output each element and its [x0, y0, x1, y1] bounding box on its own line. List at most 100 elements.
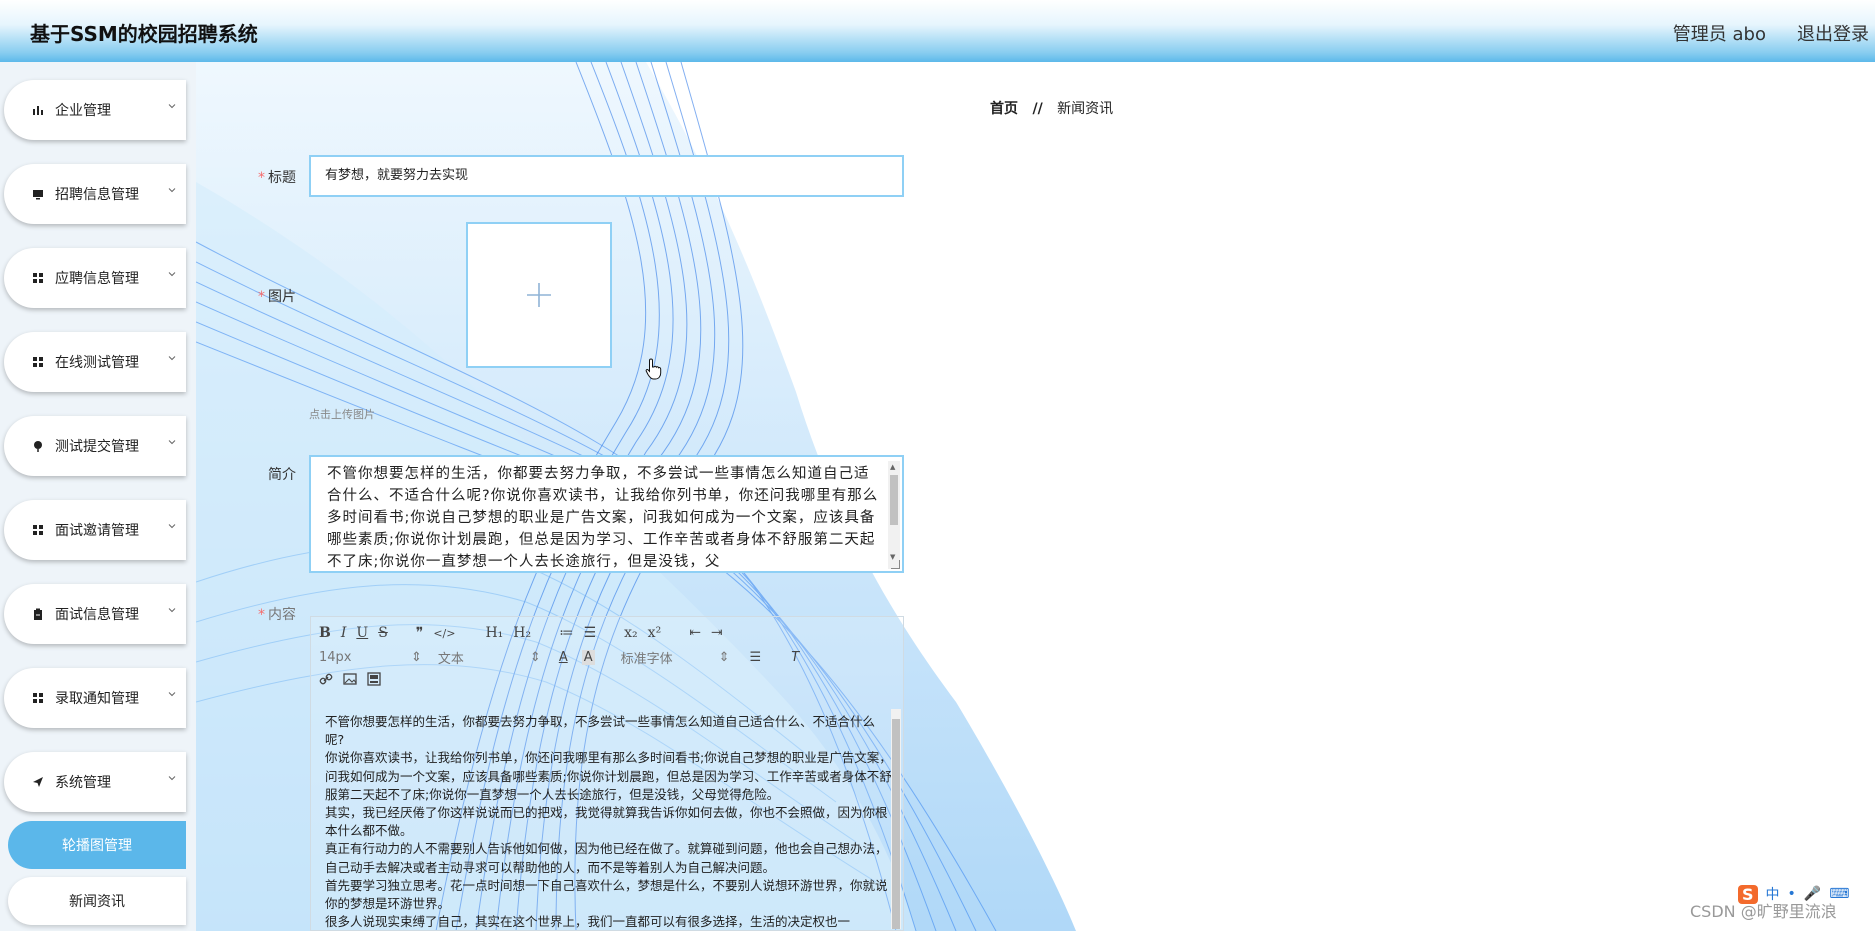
- breadcrumb-current: 新闻资讯: [1057, 101, 1114, 117]
- image-label: * 图片: [258, 289, 296, 305]
- scrollbar-thumb[interactable]: [890, 475, 898, 525]
- bar-chart-icon: [30, 102, 46, 118]
- plus-icon: [527, 283, 551, 307]
- breadcrumb: 首页 // 新闻资讯: [990, 98, 1113, 118]
- subscript-button[interactable]: x₂: [624, 625, 638, 641]
- pin-icon: [30, 438, 46, 454]
- hand-cursor-icon: [645, 358, 662, 380]
- sidebar-item-company[interactable]: 企业管理: [4, 80, 186, 140]
- video-icon[interactable]: [367, 672, 381, 690]
- required-mark: *: [258, 607, 265, 623]
- background-color-icon[interactable]: A: [581, 649, 595, 665]
- chevron-down-icon: [168, 188, 176, 193]
- required-mark: *: [258, 170, 265, 186]
- outdent-button[interactable]: ⇤: [689, 625, 701, 641]
- grid-icon: [30, 522, 46, 538]
- sidebar-item-label: 系统管理: [55, 775, 111, 791]
- sidebar-item-interview-invitations[interactable]: 面试邀请管理: [4, 500, 186, 560]
- chevron-down-icon: [168, 608, 176, 613]
- intro-textarea[interactable]: 不管你想要怎样的生活，你都要去努力争取，不多尝试一些事情怎么知道自己适合什么、不…: [309, 455, 904, 573]
- strike-button[interactable]: S: [378, 625, 388, 641]
- scrollbar-thumb[interactable]: [892, 719, 900, 929]
- content-label: * 内容: [258, 607, 296, 623]
- image-uploader[interactable]: [466, 222, 612, 368]
- sidebar-subitem-news[interactable]: 新闻资讯: [8, 877, 186, 925]
- main-content: 首页 // 新闻资讯 * 标题 有梦想，就要努力去实现 * 图片 点击上传图片 简介…: [196, 62, 1875, 931]
- chevron-down-icon: [168, 356, 176, 361]
- microphone-icon[interactable]: 🎤: [1804, 886, 1821, 902]
- ordered-list-button[interactable]: ≔: [559, 625, 573, 641]
- sidebar-item-system[interactable]: 系统管理: [4, 752, 186, 812]
- bold-button[interactable]: B: [319, 625, 331, 641]
- grid-icon: [30, 690, 46, 706]
- font-family-select[interactable]: 标准字体: [621, 648, 697, 667]
- chevron-down-icon: [168, 440, 176, 445]
- editor-toolbar-row-1: B I U S ❞ </> H₁ H₂ ≔ ☰ x₂ x² ⇤ ⇥: [319, 622, 733, 644]
- underline-button[interactable]: U: [356, 625, 368, 641]
- image-icon[interactable]: [343, 672, 357, 690]
- rich-text-editor: B I U S ❞ </> H₁ H₂ ≔ ☰ x₂ x² ⇤ ⇥ 14px ⇕…: [310, 616, 904, 931]
- editor-paragraph: 很多人说现实束缚了自己，其实在这个世界上，我们一直都可以有很多选择，生活的决定权…: [325, 914, 851, 930]
- code-button[interactable]: </>: [433, 627, 455, 640]
- sidebar-item-online-tests[interactable]: 在线测试管理: [4, 332, 186, 392]
- superscript-button[interactable]: x²: [648, 625, 662, 641]
- quote-button[interactable]: ❞: [416, 625, 424, 641]
- chevron-down-icon: [168, 776, 176, 781]
- intro-label: 简介: [268, 467, 296, 483]
- keyboard-icon[interactable]: ⌨: [1829, 886, 1849, 902]
- bullet-list-button[interactable]: ☰: [584, 625, 597, 641]
- clear-format-icon[interactable]: T: [791, 650, 799, 665]
- select-arrows-icon: ⇕: [411, 649, 422, 665]
- scroll-up-icon: ▲: [890, 463, 897, 471]
- monitor-icon: [30, 186, 46, 202]
- editor-paragraph: 你说你喜欢读书，让我给你列书单，你还问我哪里有那么多时间看书;你说自己梦想的职业…: [325, 750, 892, 802]
- chevron-down-icon: [168, 104, 176, 109]
- title-label: * 标题: [258, 170, 296, 186]
- chevron-down-icon: [168, 692, 176, 697]
- sidebar-item-label: 招聘信息管理: [55, 187, 139, 203]
- logout-button[interactable]: 退出登录: [1797, 20, 1869, 46]
- sidebar-item-label: 面试邀请管理: [55, 523, 139, 539]
- chevron-down-icon: [168, 272, 176, 277]
- breadcrumb-separator: //: [1032, 101, 1043, 117]
- sidebar-item-offer-notices[interactable]: 录取通知管理: [4, 668, 186, 728]
- align-icon[interactable]: ☰: [750, 650, 762, 665]
- sidebar-item-test-submissions[interactable]: 测试提交管理: [4, 416, 186, 476]
- sidebar-subitem-carousel[interactable]: 轮播图管理: [8, 821, 186, 869]
- editor-scrollbar[interactable]: [891, 709, 901, 929]
- editor-paragraph: 其实，我已经厌倦了你这样说说而已的把戏，我觉得就算我告诉你如何去做，你也不会照做…: [325, 805, 888, 839]
- sidebar-item-job-postings[interactable]: 招聘信息管理: [4, 164, 186, 224]
- editor-paragraph: 首先要学习独立思考。花一点时间想一下自己喜欢什么，梦想是什么，不要别人说想环游世…: [325, 877, 888, 912]
- h1-button[interactable]: H₁: [485, 625, 503, 641]
- top-header: 基于SSM的校园招聘系统 管理员 abo 退出登录: [0, 0, 1875, 62]
- indent-button[interactable]: ⇥: [711, 625, 723, 641]
- text-style-select[interactable]: 文本: [438, 648, 508, 667]
- ime-mode[interactable]: 中: [1766, 884, 1780, 904]
- ime-logo-icon[interactable]: S: [1738, 884, 1758, 904]
- sidebar: 企业管理 招聘信息管理 应聘信息管理 在线测试管理 测试提交管理 面试邀请管理 …: [0, 62, 196, 931]
- editor-toolbar-row-2: 14px ⇕ 文本 ⇕ A A 标准字体 ⇕ ☰ T: [319, 646, 821, 668]
- editor-paragraph: 不管你想要怎样的生活，你都要去努力争取，不多尝试一些事情怎么知道自己适合什么、不…: [325, 714, 876, 748]
- link-icon[interactable]: [319, 672, 333, 690]
- resize-handle[interactable]: [891, 560, 900, 569]
- sidebar-item-label: 测试提交管理: [55, 439, 139, 455]
- grid-icon: [30, 354, 46, 370]
- chevron-down-icon: [168, 524, 176, 529]
- title-input[interactable]: 有梦想，就要努力去实现: [309, 155, 904, 197]
- sidebar-item-label: 在线测试管理: [55, 355, 139, 371]
- font-color-icon[interactable]: A: [559, 650, 568, 665]
- breadcrumb-home[interactable]: 首页: [990, 101, 1018, 117]
- editor-content[interactable]: 不管你想要怎样的生活，你都要去努力争取，不多尝试一些事情怎么知道自己适合什么、不…: [321, 713, 893, 931]
- font-size-select[interactable]: 14px: [319, 650, 389, 665]
- sidebar-item-applications[interactable]: 应聘信息管理: [4, 248, 186, 308]
- select-arrows-icon: ⇕: [529, 649, 541, 665]
- editor-toolbar-row-3: [319, 670, 391, 692]
- h2-button[interactable]: H₂: [513, 625, 531, 641]
- required-mark: *: [258, 289, 265, 305]
- intro-scrollbar[interactable]: ▲ ▼: [888, 461, 900, 569]
- app-title: 基于SSM的校园招聘系统: [30, 22, 258, 46]
- punctuation-icon[interactable]: •: [1788, 886, 1796, 902]
- italic-button[interactable]: I: [341, 625, 347, 641]
- editor-paragraph: 真正有行动力的人不需要别人告诉他如何做，因为他已经在做了。就算碰到问题，他也会自…: [325, 841, 888, 875]
- sidebar-item-interview-info[interactable]: 面试信息管理: [4, 584, 186, 644]
